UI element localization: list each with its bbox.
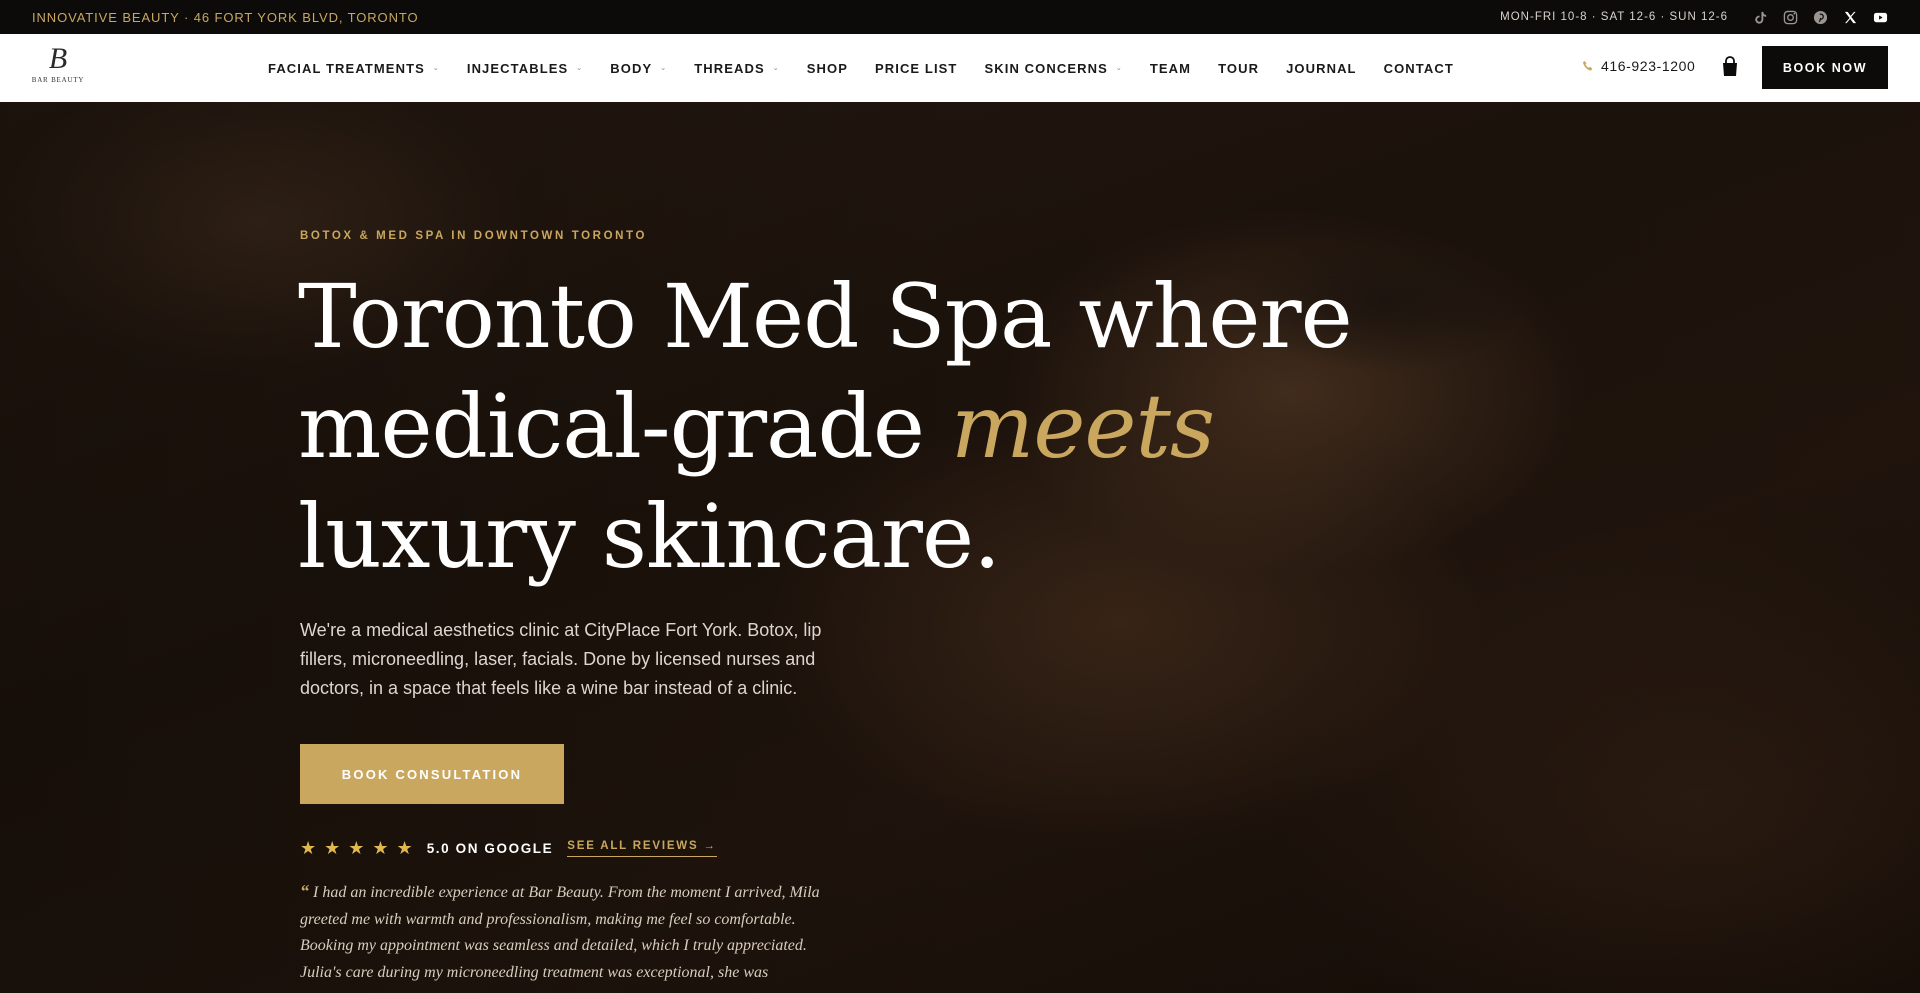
review-text: I had an incredible experience at Bar Be… [300, 884, 820, 993]
brand-logo[interactable]: B BAR BEAUTY [30, 44, 86, 90]
nav-item-shop[interactable]: SHOP [807, 61, 848, 76]
close-quote-icon: ” [412, 989, 421, 993]
chevron-down-icon: ⌄ [432, 65, 440, 72]
x-icon[interactable] [1842, 9, 1858, 25]
hero-headline: Toronto Med Spa where medical-grade meet… [298, 265, 1353, 588]
nav-item-contact[interactable]: CONTACT [1384, 61, 1454, 76]
nav-item-skin-concerns[interactable]: SKIN CONCERNS ⌄ [984, 61, 1122, 76]
book-consultation-button[interactable]: BOOK CONSULTATION [300, 744, 564, 804]
nav-menu: FACIAL TREATMENTS ⌄ INJECTABLES ⌄ BODY ⌄ TH… [268, 34, 1481, 102]
phone-link[interactable]: 416-923-1200 [1582, 58, 1695, 74]
chevron-down-icon: ⌄ [660, 65, 668, 72]
nav-item-team[interactable]: TEAM [1150, 61, 1191, 76]
tiktok-icon[interactable] [1752, 9, 1768, 25]
pinterest-icon[interactable] [1812, 9, 1828, 25]
shopping-bag-icon[interactable] [1720, 56, 1740, 78]
review-quote: “ I had an incredible experience at Bar … [300, 878, 820, 993]
open-quote-icon: “ [300, 881, 309, 901]
topbar-right: MON-FRI 10-8 · SAT 12-6 · SUN 12-6 [1500, 9, 1888, 25]
logo-monogram: B [48, 42, 68, 75]
phone-icon [1583, 61, 1593, 71]
logo-wordmark: BAR BEAUTY [31, 76, 85, 84]
hero-eyebrow: BOTOX & MED SPA IN DOWNTOWN TORONTO [300, 230, 647, 242]
see-all-reviews-link[interactable]: SEE ALL REVIEWS → [567, 840, 717, 857]
hours-text: MON-FRI 10-8 · SAT 12-6 · SUN 12-6 [1500, 11, 1728, 23]
youtube-icon[interactable] [1872, 9, 1888, 25]
top-announcement-bar: INNOVATIVE BEAUTY · 46 FORT YORK BLVD, T… [0, 0, 1920, 34]
chevron-down-icon: ⌄ [576, 65, 584, 72]
nav-item-tour[interactable]: TOUR [1218, 61, 1259, 76]
nav-item-journal[interactable]: JOURNAL [1286, 61, 1357, 76]
address-text: INNOVATIVE BEAUTY · 46 FORT YORK BLVD, T… [32, 9, 419, 25]
book-now-button[interactable]: BOOK NOW [1762, 46, 1888, 89]
main-navigation: B BAR BEAUTY FACIAL TREATMENTS ⌄ INJECTAB… [0, 34, 1920, 102]
phone-number: 416-923-1200 [1601, 58, 1696, 74]
hero-section: BOTOX & MED SPA IN DOWNTOWN TORONTO Toro… [0, 102, 1920, 993]
nav-item-injectables[interactable]: INJECTABLES ⌄ [467, 61, 583, 76]
google-rating: ★★★★★ 5.0 ON GOOGLE SEE ALL REVIEWS → [300, 838, 717, 859]
headline-accent-word: meets [950, 375, 1215, 478]
rating-text: 5.0 ON GOOGLE [426, 841, 554, 856]
chevron-down-icon: ⌄ [1115, 65, 1123, 72]
chevron-down-icon: ⌄ [772, 65, 780, 72]
instagram-icon[interactable] [1782, 9, 1798, 25]
nav-item-threads[interactable]: THREADS ⌄ [694, 61, 780, 76]
nav-item-price-list[interactable]: PRICE LIST [875, 61, 958, 76]
nav-item-body[interactable]: BODY ⌄ [610, 61, 667, 76]
star-rating-icon: ★★★★★ [300, 838, 421, 858]
nav-item-facial-treatments[interactable]: FACIAL TREATMENTS ⌄ [268, 61, 440, 76]
hero-description: We're a medical aesthetics clinic at Cit… [300, 620, 822, 698]
